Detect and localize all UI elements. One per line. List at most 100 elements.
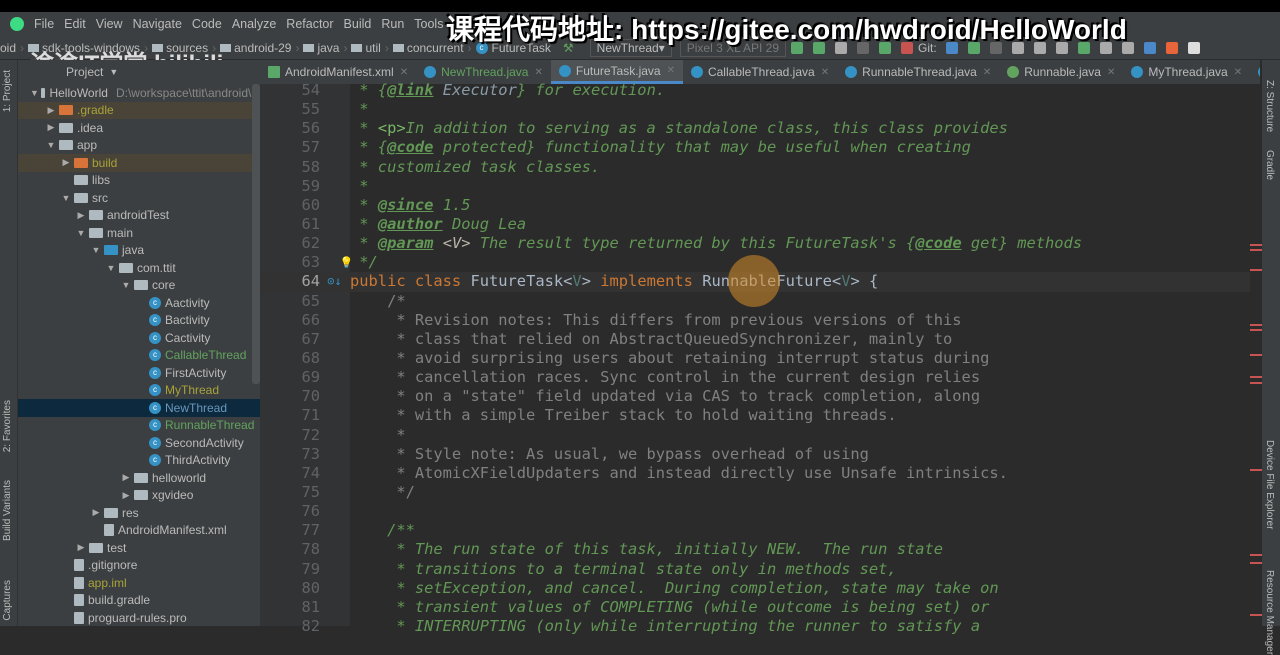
tree-item[interactable]: ▼ src: [18, 189, 260, 207]
side-tab-build-variants[interactable]: Build Variants: [2, 480, 13, 541]
tree-item[interactable]: c RunnableThread: [18, 417, 260, 435]
tree-item[interactable]: ▶ .gradle: [18, 101, 260, 119]
collapsed-arrow-icon[interactable]: ▶: [120, 472, 132, 483]
project-panel-header[interactable]: Project ▼: [18, 60, 260, 84]
collapsed-arrow-icon[interactable]: ▶: [90, 507, 102, 518]
lightbulb-icon[interactable]: 💡: [320, 253, 354, 272]
collapsed-arrow-icon[interactable]: ▶: [45, 105, 57, 116]
expanded-arrow-icon[interactable]: ▼: [90, 245, 102, 255]
tree-item[interactable]: build.gradle: [18, 592, 260, 610]
error-stripe-mark[interactable]: [1250, 324, 1262, 326]
tree-item[interactable]: ▼ java: [18, 242, 260, 260]
error-stripe-mark[interactable]: [1250, 244, 1262, 246]
side-tab-2-favorites[interactable]: 2: Favorites: [2, 400, 13, 452]
tree-item[interactable]: ▼ app: [18, 137, 260, 155]
collapsed-arrow-icon[interactable]: ▶: [75, 210, 87, 221]
tree-item[interactable]: c CallableThread: [18, 347, 260, 365]
side-tab-gradle[interactable]: Gradle: [1264, 150, 1275, 180]
menu-item-edit[interactable]: Edit: [64, 17, 86, 31]
side-tab-1-project[interactable]: 1: Project: [2, 70, 13, 112]
tree-item[interactable]: ▼ com.ttit: [18, 259, 260, 277]
tree-item[interactable]: ▶ xgvideo: [18, 487, 260, 505]
error-stripe-mark[interactable]: [1250, 249, 1262, 251]
error-stripe-mark[interactable]: [1250, 329, 1262, 331]
tree-item[interactable]: ▼ core: [18, 277, 260, 295]
expanded-arrow-icon[interactable]: ▼: [30, 88, 39, 98]
tree-item[interactable]: c NewThread: [18, 399, 260, 417]
menu-item-tools[interactable]: Tools: [414, 17, 443, 31]
tree-item[interactable]: c Aactivity: [18, 294, 260, 312]
close-icon[interactable]: ✕: [400, 67, 408, 78]
side-tab-resource-manager[interactable]: Resource Manager: [1264, 570, 1275, 655]
implements-marker-icon[interactable]: ⊙↓: [320, 272, 350, 291]
breadcrumb-item[interactable]: android-29: [234, 41, 291, 55]
tree-item[interactable]: c Bactivity: [18, 312, 260, 330]
error-stripe-mark[interactable]: [1250, 376, 1262, 378]
breadcrumb-item[interactable]: java: [317, 41, 339, 55]
collapsed-arrow-icon[interactable]: ▶: [75, 542, 87, 553]
side-tab-captures[interactable]: Captures: [2, 580, 13, 621]
close-icon[interactable]: ✕: [1107, 67, 1115, 78]
expanded-arrow-icon[interactable]: ▼: [120, 280, 132, 290]
error-stripe-mark[interactable]: [1250, 382, 1262, 384]
error-stripe-mark[interactable]: [1250, 554, 1262, 556]
tree-item[interactable]: c SecondActivity: [18, 434, 260, 452]
error-stripe-mark[interactable]: [1250, 269, 1262, 271]
code-editor[interactable]: 54 * {@link Executor} for execution. 55 *…: [260, 81, 1250, 636]
tree-item[interactable]: AndroidManifest.xml: [18, 522, 260, 540]
tree-item[interactable]: c ThirdActivity: [18, 452, 260, 470]
line-number: 54: [301, 81, 320, 99]
collapsed-arrow-icon[interactable]: ▶: [60, 157, 72, 168]
menu-item-refactor[interactable]: Refactor: [286, 17, 333, 31]
tree-item[interactable]: app.iml: [18, 574, 260, 592]
tree-item[interactable]: libs: [18, 172, 260, 190]
user-icon[interactable]: [1187, 41, 1200, 54]
tree-item[interactable]: c MyThread: [18, 382, 260, 400]
tree-item[interactable]: ▼ HelloWorld D:\workspace\ttit\android\H: [18, 84, 260, 102]
tree-item[interactable]: .gitignore: [18, 557, 260, 575]
tree-item[interactable]: ▶ androidTest: [18, 207, 260, 225]
tree-item[interactable]: proguard-rules.pro: [18, 609, 260, 627]
error-stripe-mark[interactable]: [1250, 354, 1262, 356]
expanded-arrow-icon[interactable]: ▼: [45, 140, 57, 150]
breadcrumb-item[interactable]: oid: [0, 41, 16, 55]
close-icon[interactable]: ✕: [1234, 67, 1242, 78]
expanded-arrow-icon[interactable]: ▼: [75, 228, 87, 238]
expanded-arrow-icon[interactable]: ▼: [105, 263, 117, 273]
tree-item[interactable]: ▶ res: [18, 504, 260, 522]
tree-item[interactable]: c FirstActivity: [18, 364, 260, 382]
collapsed-arrow-icon[interactable]: ▶: [45, 122, 57, 133]
collapsed-arrow-icon[interactable]: ▶: [120, 490, 132, 501]
menu-item-code[interactable]: Code: [192, 17, 222, 31]
tree-scrollbar[interactable]: [252, 84, 260, 384]
menu-item-file[interactable]: File: [34, 17, 54, 31]
tab-thread-java[interactable]: Thread.java✕: [1250, 60, 1260, 84]
tree-item[interactable]: ▶ helloworld: [18, 469, 260, 487]
menu-item-view[interactable]: View: [96, 17, 123, 31]
expanded-arrow-icon[interactable]: ▼: [60, 193, 72, 203]
side-tab-z-structure[interactable]: Z: Structure: [1264, 80, 1275, 132]
gutter-marker: [320, 158, 350, 177]
close-icon[interactable]: ✕: [534, 67, 542, 78]
close-icon[interactable]: ✕: [667, 65, 675, 76]
menu-item-build[interactable]: Build: [344, 17, 372, 31]
side-tab-device-file-explorer[interactable]: Device File Explorer: [1264, 440, 1275, 529]
translate2-icon[interactable]: [1165, 41, 1178, 54]
tree-item[interactable]: ▶ build: [18, 154, 260, 172]
breadcrumb-item[interactable]: util: [365, 41, 380, 55]
menu-item-run[interactable]: Run: [381, 17, 404, 31]
error-stripe-mark[interactable]: [1250, 614, 1262, 616]
tree-item[interactable]: c Cactivity: [18, 329, 260, 347]
tree-item[interactable]: ▶ .idea: [18, 119, 260, 137]
error-stripe[interactable]: [1250, 84, 1262, 626]
error-stripe-mark[interactable]: [1250, 562, 1262, 564]
tree-item[interactable]: ▶ test: [18, 539, 260, 557]
menu-item-navigate[interactable]: Navigate: [133, 17, 182, 31]
menu-item-analyze[interactable]: Analyze: [232, 17, 276, 31]
close-icon[interactable]: ✕: [983, 67, 991, 78]
close-icon[interactable]: ✕: [821, 67, 829, 78]
error-stripe-mark[interactable]: [1250, 469, 1262, 471]
code-token: *: [350, 119, 378, 138]
translate-icon[interactable]: [1143, 41, 1156, 54]
tree-item[interactable]: ▼ main: [18, 224, 260, 242]
